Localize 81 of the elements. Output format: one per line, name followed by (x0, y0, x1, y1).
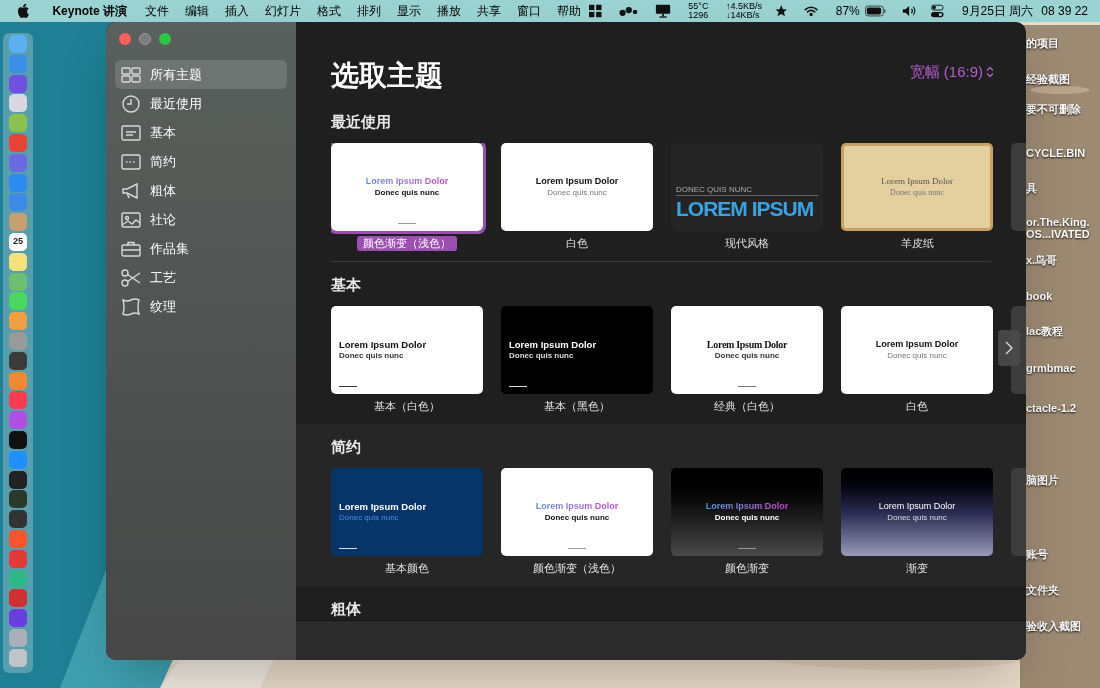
theme-name: 渐变 (905, 561, 929, 576)
theme-name: 现代风格 (724, 236, 770, 251)
slide-title: Lorem Ipsum Dolor (365, 176, 449, 188)
slide-subtitle: Donec quis nunc (544, 512, 610, 523)
slide-thumbnail[interactable]: Lorem Ipsum Dolor Donec quis nunc (841, 468, 993, 556)
slide-thumbnail[interactable]: Lorem Ipsum Dolor Donec quis nunc (331, 468, 483, 556)
slide-thumbnail[interactable]: Lorem Ipsum Dolor Donec quis nunc (501, 468, 653, 556)
theme-name: 经典（白色） (713, 399, 781, 414)
aspect-ratio-selector[interactable]: 宽幅 (16:9) (909, 60, 994, 83)
slide-thumbnail[interactable]: Lorem Ipsum Dolor Donec quis nunc (841, 143, 993, 231)
sidebar-item[interactable]: 社论 (115, 205, 287, 234)
menu-item[interactable]: 播放 (429, 2, 470, 20)
slide-title: Lorem Ipsum Dolor (881, 176, 953, 188)
section-heading: 基本 (331, 276, 362, 294)
slide-thumbnail[interactable]: Lorem Ipsum Dolor Donec quis nunc (501, 143, 653, 231)
slide-subtitle: Donec quis nunc (374, 187, 440, 198)
slide-thumbnail[interactable]: Lorem Ipsum Dolor Donec quis nunc (671, 306, 823, 394)
theme-name: 颜色渐变（浅色） (357, 236, 457, 251)
menu-item[interactable]: 编辑 (177, 2, 218, 20)
theme-name: 基本（黑色） (543, 399, 611, 414)
slide-subtitle: Donec quis nunc (887, 350, 947, 361)
menu-item[interactable]: 文件 (137, 2, 178, 20)
sidebar-item[interactable]: 基本 (115, 118, 287, 147)
temperature-reading: 55°C (688, 2, 710, 11)
battery-percentage: 87% (835, 3, 860, 20)
sidebar-item[interactable]: 纹理 (115, 292, 287, 321)
slide-thumbnail[interactable]: Lorem Ipsum Dolor Donec quis nunc (331, 306, 483, 394)
slide-subtitle: DONEC QUIS NUNC (676, 184, 818, 196)
slide-subtitle: Donec quis nunc (714, 512, 780, 523)
menu-item[interactable]: 窗口 (509, 2, 550, 20)
fan-speed: 1296 (688, 11, 710, 20)
slide-subtitle: Donec quis nunc (509, 350, 574, 361)
menu-item[interactable]: 幻灯片 (257, 2, 310, 20)
slide-subtitle: Donec quis nunc (887, 512, 947, 523)
theme-name: 颜色渐变（浅色） (532, 561, 622, 576)
section-heading: 粗体 (331, 600, 362, 618)
slide-subtitle: Donec quis nunc (547, 187, 607, 198)
menu-item[interactable]: 插入 (217, 2, 258, 20)
slide-thumbnail[interactable]: Lorem Ipsum Dolor Donec quis nunc (841, 306, 993, 394)
theme-name: 基本（白色） (373, 399, 441, 414)
sidebar-item[interactable]: 工艺 (115, 263, 287, 292)
sidebar-item[interactable]: 最近使用 (115, 89, 287, 118)
slide-subtitle: Donec quis nunc (339, 350, 404, 361)
sidebar-item[interactable]: 所有主题 (115, 60, 287, 89)
theme-name: 白色 (905, 399, 929, 414)
slide-title: Lorem Ipsum Dolor (535, 176, 619, 188)
slide-title: Lorem Ipsum Dolor (705, 501, 789, 513)
menu-date[interactable]: 9月25日 周六 (961, 2, 1034, 20)
menu-clock[interactable]: 08 39 22 (1041, 2, 1088, 20)
slide-thumbnail[interactable]: Lorem Ipsum Dolor Donec quis nunc (671, 468, 823, 556)
app-menu[interactable]: Keynote 讲演 (48, 2, 132, 20)
menu-item[interactable]: 共享 (469, 2, 510, 20)
slide-title: LOREM IPSUM (676, 195, 814, 222)
sidebar-item[interactable]: 粗体 (115, 176, 287, 205)
menu-item[interactable]: 显示 (389, 2, 430, 20)
menu-item[interactable]: 帮助 (549, 2, 590, 20)
slide-subtitle: Donec quis nunc (890, 187, 944, 198)
slide-subtitle: Donec quis nunc (714, 351, 780, 362)
slide-title: Lorem Ipsum Dolor (509, 339, 597, 351)
theme-name: 颜色渐变 (724, 561, 770, 576)
menu-item[interactable]: 排列 (349, 2, 390, 20)
sidebar-item[interactable]: 简约 (115, 147, 287, 176)
slide-title: Lorem Ipsum Dolor (339, 339, 427, 351)
slide-thumbnail[interactable]: Lorem Ipsum Dolor Donec quis nunc (331, 143, 483, 231)
section-heading: 最近使用 (331, 113, 392, 131)
slide-title: Lorem Ipsum Dolor (339, 501, 427, 513)
menu-item[interactable]: 格式 (309, 2, 350, 20)
page-title: 选取主题 (331, 59, 443, 93)
download-speed: ↓14KB/s (726, 11, 758, 20)
slide-subtitle: Donec quis nunc (339, 512, 399, 523)
theme-name: 白色 (565, 236, 589, 251)
slide-title: Lorem Ipsum Dolor (706, 338, 788, 352)
theme-name: 基本颜色 (384, 561, 430, 576)
theme-name: 羊皮纸 (899, 236, 935, 251)
sidebar-item[interactable]: 作品集 (115, 234, 287, 263)
slide-title: Lorem Ipsum Dolor (875, 339, 959, 351)
slide-thumbnail[interactable]: Lorem Ipsum Dolor Donec quis nunc (501, 306, 653, 394)
slide-thumbnail[interactable]: DONEC QUIS NUNC LOREM IPSUM (671, 143, 823, 231)
section-heading: 简约 (331, 438, 362, 456)
slide-title: Lorem Ipsum Dolor (878, 501, 956, 513)
slide-title: Lorem Ipsum Dolor (535, 501, 619, 513)
